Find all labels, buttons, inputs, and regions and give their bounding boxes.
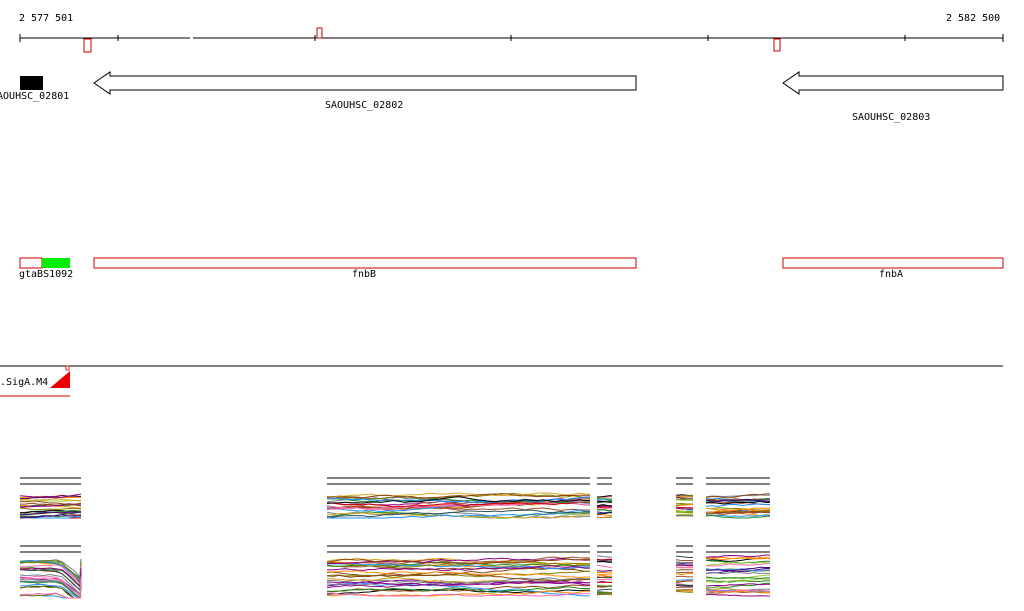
feature-gtab-box xyxy=(19,257,43,269)
profile-line xyxy=(675,569,693,571)
gene-label-saouhsc-02802[interactable]: SAOUHSC_02802 xyxy=(325,100,403,112)
profile-line xyxy=(675,507,693,510)
profile-line xyxy=(597,509,612,511)
profile-line xyxy=(675,584,693,586)
sigma-peak-triangle xyxy=(50,371,70,388)
profile-line xyxy=(705,571,770,575)
feature-track[interactable] xyxy=(19,257,1004,269)
profile-line xyxy=(596,555,612,558)
profile-line xyxy=(596,560,612,563)
gene-track[interactable] xyxy=(20,71,1004,95)
sigma-track-label[interactable]: S.SigA.M4 xyxy=(0,377,48,389)
profile-line xyxy=(596,564,612,568)
gene-saouhsc-02801-block xyxy=(20,76,43,90)
profile-line xyxy=(705,503,770,507)
profile-line xyxy=(705,554,770,558)
profile-line xyxy=(596,588,612,591)
profile-line xyxy=(596,498,612,500)
gene-label-saouhsc-02803[interactable]: SAOUHSC_02803 xyxy=(852,112,930,124)
profile-line xyxy=(19,507,81,511)
feature-bs1092-box xyxy=(42,258,70,268)
feature-label-fnbb[interactable]: fnbB xyxy=(352,269,376,281)
sigma-track xyxy=(0,365,1003,397)
profile-line xyxy=(596,570,612,572)
ruler-end-label: 2 582 500 xyxy=(946,13,1001,24)
expression-profile-tracks xyxy=(19,477,770,600)
profile-line xyxy=(705,593,770,597)
gene-saouhsc-02803-arrow xyxy=(782,71,1004,95)
profile-line xyxy=(675,573,693,576)
profile-line xyxy=(705,576,770,579)
profile-line xyxy=(596,578,612,581)
gene-saouhsc-02802-arrow xyxy=(93,71,637,95)
genome-browser-canvas xyxy=(0,27,1004,600)
profile-line xyxy=(675,575,693,578)
profile-line xyxy=(597,514,612,516)
coordinate-ruler xyxy=(19,27,1004,53)
feature-fnba-box xyxy=(782,257,1004,269)
profile-line xyxy=(596,573,612,576)
profile-line xyxy=(675,591,693,593)
feature-label-fnba[interactable]: fnbA xyxy=(879,269,903,281)
profile-line xyxy=(675,555,693,558)
gene-label-saouhsc-02801[interactable]: SAOUHSC_02801 xyxy=(0,91,69,103)
feature-fnbb-box xyxy=(93,257,637,269)
ruler-start-label: 2 577 501 xyxy=(19,13,74,24)
profile-line xyxy=(675,495,693,498)
profile-line xyxy=(675,559,693,562)
profile-line xyxy=(675,589,693,591)
feature-label-gtabs1092[interactable]: gtaBS1092 xyxy=(19,269,73,281)
profile-line xyxy=(675,510,693,513)
profile-line xyxy=(596,574,612,577)
